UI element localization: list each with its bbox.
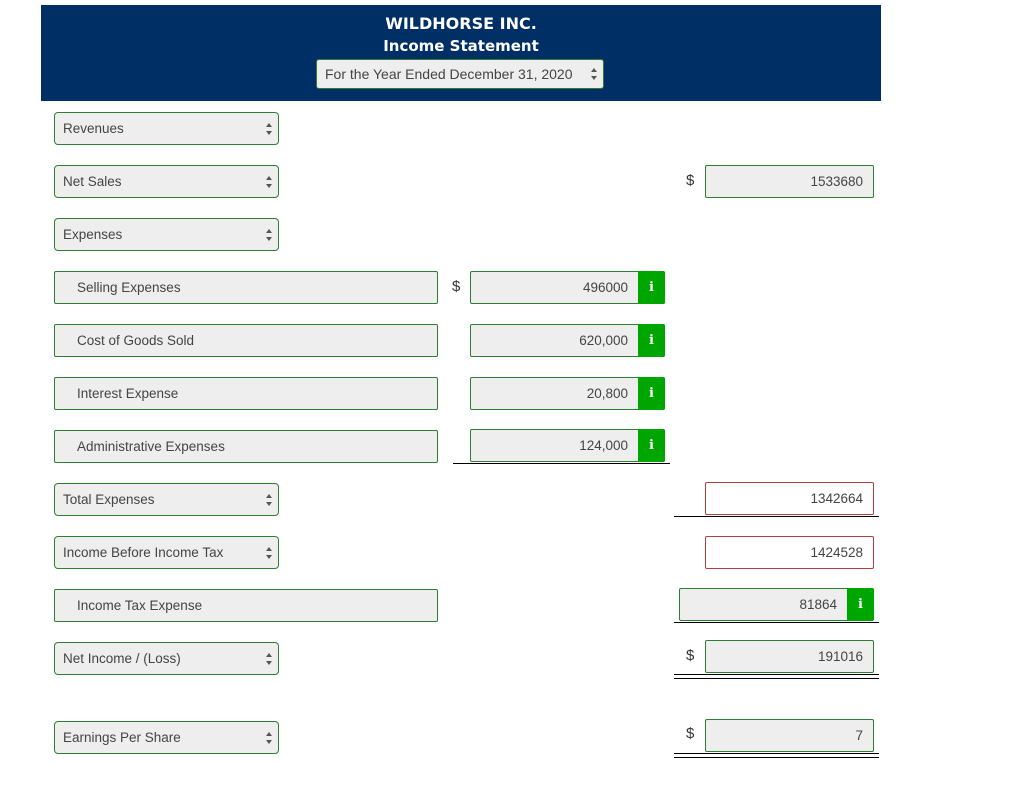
net-sales-amount: 1533680 [810, 174, 863, 189]
select-arrows-icon [266, 652, 272, 665]
net-income-currency: $ [686, 647, 695, 664]
select-arrows-icon [266, 546, 272, 559]
interest-expense-label-field[interactable]: Interest Expense [54, 377, 438, 410]
admin-expenses-label-field[interactable]: Administrative Expenses [54, 430, 438, 463]
net-sales-currency: $ [686, 172, 695, 189]
interest-expense-label: Interest Expense [77, 386, 179, 401]
selling-expenses-currency: $ [452, 278, 461, 295]
net-income-amount-input[interactable]: 191016 [705, 640, 874, 673]
eps-currency: $ [686, 725, 695, 742]
company-name: WILDHORSE INC. [385, 14, 537, 33]
revenues-select[interactable]: Revenues [54, 112, 279, 145]
cogs-amount-input[interactable]: 620,000 i [470, 324, 665, 357]
expenses-select[interactable]: Expenses [54, 218, 279, 251]
select-arrows-icon [266, 122, 272, 135]
cogs-amount: 620,000 [579, 333, 628, 348]
eps-select[interactable]: Earnings Per Share [54, 721, 279, 754]
cogs-label: Cost of Goods Sold [77, 333, 195, 348]
admin-expenses-amount-input[interactable]: 124,000 i [470, 429, 665, 462]
income-tax-amount: 81864 [799, 597, 837, 612]
total-expenses-amount: 1342664 [810, 491, 863, 506]
selling-expenses-label-field[interactable]: Selling Expenses [54, 271, 438, 304]
net-sales-select[interactable]: Net Sales [54, 165, 279, 198]
statement-title: Income Statement [383, 37, 539, 55]
expenses-select-value: Expenses [63, 227, 123, 242]
revenues-select-value: Revenues [63, 121, 124, 136]
income-tax-amount-input[interactable]: 81864 i [679, 588, 874, 621]
admin-expenses-amount: 124,000 [579, 438, 628, 453]
select-arrows-icon [266, 731, 272, 744]
select-arrows-icon [266, 493, 272, 506]
cogs-label-field[interactable]: Cost of Goods Sold [54, 324, 438, 357]
info-icon[interactable]: i [638, 429, 665, 462]
total-expenses-amount-input[interactable]: 1342664 [705, 482, 874, 515]
info-icon[interactable]: i [847, 588, 874, 621]
income-before-tax-select[interactable]: Income Before Income Tax [54, 536, 279, 569]
selling-expenses-amount-input[interactable]: 496000 i [470, 271, 665, 304]
subtotal-rule [453, 463, 670, 464]
select-arrows-icon [266, 175, 272, 188]
info-icon[interactable]: i [638, 271, 665, 304]
statement-header: WILDHORSE INC. Income Statement For the … [41, 5, 881, 101]
total-expenses-select-value: Total Expenses [63, 492, 155, 507]
income-tax-label: Income Tax Expense [77, 598, 203, 613]
info-icon[interactable]: i [638, 377, 665, 410]
selling-expenses-amount: 496000 [582, 280, 628, 295]
eps-double-rule [674, 753, 879, 758]
net-income-select-value: Net Income / (Loss) [63, 651, 181, 666]
selling-expenses-label: Selling Expenses [77, 280, 181, 295]
admin-expenses-label: Administrative Expenses [77, 439, 225, 454]
eps-amount: 7 [855, 728, 863, 743]
income-before-tax-amount: 1424528 [810, 545, 863, 560]
period-select[interactable]: For the Year Ended December 31, 2020 [316, 59, 604, 89]
total-expenses-select[interactable]: Total Expenses [54, 483, 279, 516]
net-income-select[interactable]: Net Income / (Loss) [54, 642, 279, 675]
eps-select-value: Earnings Per Share [63, 730, 181, 745]
eps-amount-input[interactable]: 7 [705, 719, 874, 752]
net-income-double-rule [674, 674, 879, 679]
income-before-tax-amount-input[interactable]: 1424528 [705, 536, 874, 569]
income-tax-label-field[interactable]: Income Tax Expense [54, 589, 438, 622]
info-icon[interactable]: i [638, 324, 665, 357]
interest-expense-amount-input[interactable]: 20,800 i [470, 377, 665, 410]
net-sales-amount-input[interactable]: 1533680 [705, 165, 874, 198]
interest-expense-amount: 20,800 [586, 386, 628, 401]
total-expenses-rule [674, 516, 879, 517]
net-income-amount: 191016 [817, 649, 863, 664]
net-sales-select-value: Net Sales [63, 174, 122, 189]
select-arrows-icon [591, 68, 597, 80]
income-tax-rule [674, 622, 879, 623]
income-before-tax-select-value: Income Before Income Tax [63, 545, 224, 560]
period-select-value: For the Year Ended December 31, 2020 [325, 66, 573, 82]
select-arrows-icon [266, 228, 272, 241]
